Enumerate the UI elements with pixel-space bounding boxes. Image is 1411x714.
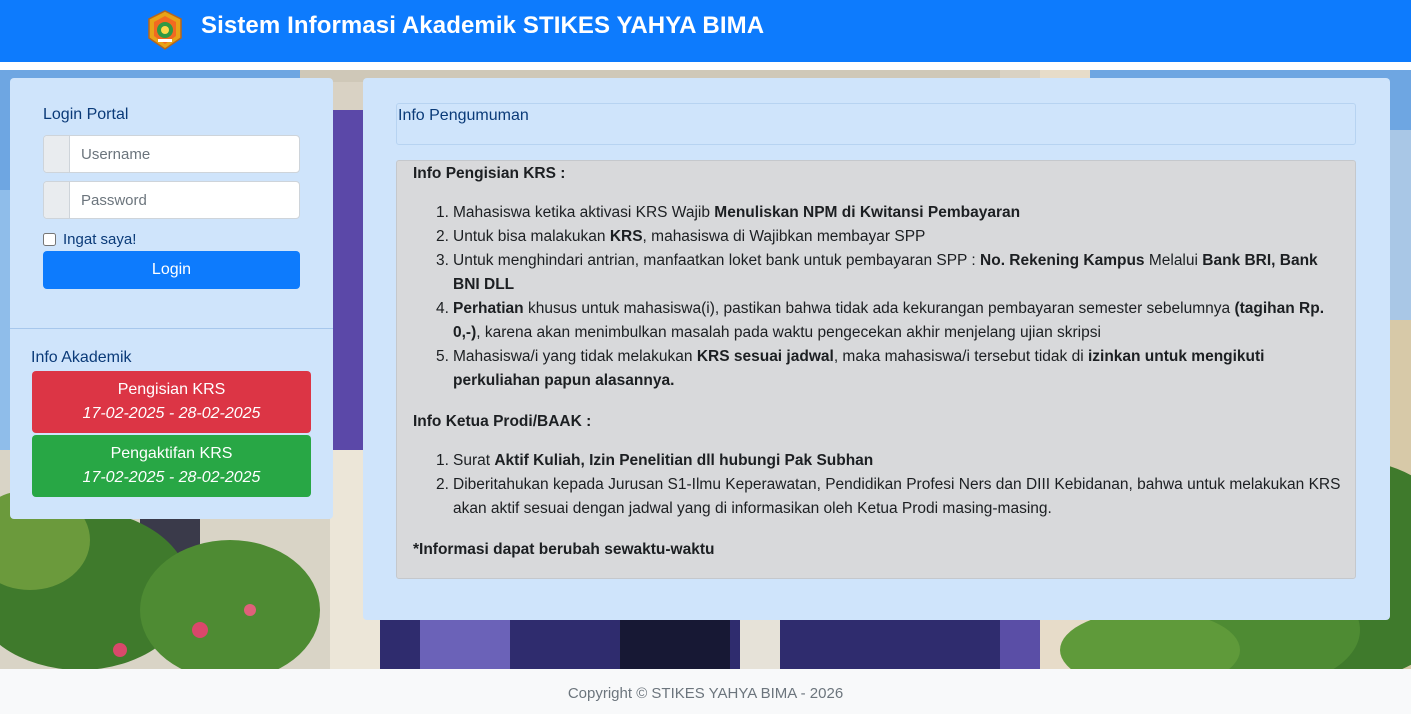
krs-info-heading: Info Pengisian KRS : bbox=[413, 165, 566, 182]
list-item-text: Melalui bbox=[1144, 252, 1203, 269]
remember-me-checkbox[interactable] bbox=[43, 233, 56, 246]
remember-me-label[interactable]: Ingat saya! bbox=[63, 231, 136, 248]
emphasis-text: No. Rekening Kampus bbox=[980, 252, 1145, 269]
emphasis-text: Aktif Kuliah, Izin Penelitian dll hubung… bbox=[494, 452, 874, 469]
footer: Copyright © STIKES YAHYA BIMA - 2026 bbox=[0, 669, 1411, 714]
top-navbar: Sistem Informasi Akademik STIKES YAHYA B… bbox=[0, 0, 1411, 62]
list-item-number: 2. bbox=[436, 228, 449, 245]
list-item-text: , karena akan menimbulkan masalah pada w… bbox=[476, 324, 1101, 341]
info-note: *Informasi dapat berubah sewaktu-waktu bbox=[413, 541, 715, 558]
copyright-text: Copyright © STIKES YAHYA BIMA - 2026 bbox=[567, 685, 844, 702]
list-item-number: 3. bbox=[436, 252, 449, 269]
pengumuman-card: Info Pengumuman Info Pengisian KRS : 1. M… bbox=[363, 78, 1390, 620]
login-portal-title: Login Portal bbox=[43, 106, 129, 123]
emphasis-text: Menuliskan NPM di Kwitansi Pembayaran bbox=[714, 204, 1021, 221]
prodi-info-heading: Info Ketua Prodi/BAAK : bbox=[413, 413, 592, 430]
username-input[interactable] bbox=[70, 136, 299, 172]
pengaktifan-krs-dates: 17-02-2025 - 28-02-2025 bbox=[82, 469, 261, 486]
list-item: 2. Diberitahukan kepada Jurusan S1-Ilmu K… bbox=[413, 473, 1343, 521]
list-item-number: 1. bbox=[436, 452, 449, 469]
krs-info-list: 1. Mahasiswa ketika aktivasi KRS Wajib Me… bbox=[413, 201, 1343, 393]
pengumuman-body: Info Pengisian KRS : 1. Mahasiswa ketika … bbox=[396, 160, 1356, 579]
pengisian-krs-dates: 17-02-2025 - 28-02-2025 bbox=[82, 405, 261, 422]
emphasis-text: KRS bbox=[609, 228, 643, 245]
pengisian-krs-card[interactable]: Pengisian KRS 17-02-2025 - 28-02-2025 bbox=[32, 371, 311, 433]
list-item: 2. Untuk bisa malakukan KRS, mahasiswa di… bbox=[413, 225, 1343, 249]
campus-crest-logo bbox=[148, 10, 182, 50]
app-title: Sistem Informasi Akademik STIKES YAHYA B… bbox=[201, 12, 765, 39]
list-item-text: Mahasiswa/i yang tidak melakukan bbox=[453, 348, 697, 365]
list-item-number: 2. bbox=[436, 476, 449, 493]
list-item-text: Untuk bisa malakukan bbox=[453, 228, 610, 245]
list-item-text: Surat bbox=[453, 452, 495, 469]
username-input-group bbox=[43, 135, 300, 173]
login-sidebar-card: Login Portal Ingat saya! Login Info Akad… bbox=[10, 78, 333, 519]
info-akademik-title: Info Akademik bbox=[31, 349, 132, 366]
password-input[interactable] bbox=[70, 182, 299, 218]
pengumuman-header: Info Pengumuman bbox=[396, 103, 1356, 145]
emphasis-text: Perhatian bbox=[453, 300, 524, 317]
list-item-number: 5. bbox=[436, 348, 449, 365]
user-icon bbox=[44, 136, 70, 172]
list-item-text: Mahasiswa ketika aktivasi KRS Wajib bbox=[453, 204, 715, 221]
password-input-group bbox=[43, 181, 300, 219]
header-strip bbox=[0, 62, 1411, 70]
list-item: 1. Surat Aktif Kuliah, Izin Penelitian dl… bbox=[413, 449, 1343, 473]
list-item-number: 1. bbox=[436, 204, 449, 221]
list-item: 5. Mahasiswa/i yang tidak melakukan KRS s… bbox=[413, 345, 1343, 393]
login-button[interactable]: Login bbox=[43, 251, 300, 289]
list-item-text: , mahasiswa di Wajibkan membayar SPP bbox=[642, 228, 926, 245]
pengaktifan-krs-card[interactable]: Pengaktifan KRS 17-02-2025 - 28-02-2025 bbox=[32, 435, 311, 497]
lock-icon bbox=[44, 182, 70, 218]
emphasis-text: KRS sesuai jadwal bbox=[696, 348, 834, 365]
pengumuman-title: Info Pengumuman bbox=[398, 107, 529, 124]
list-item-text: Untuk menghindari antrian, manfaatkan lo… bbox=[453, 252, 981, 269]
list-item: 3. Untuk menghindari antrian, manfaatkan … bbox=[413, 249, 1343, 297]
list-item: 4. Perhatian khusus untuk mahasiswa(i), p… bbox=[413, 297, 1343, 345]
divider bbox=[10, 328, 333, 329]
list-item-text: Diberitahukan kepada Jurusan S1-Ilmu Kep… bbox=[453, 476, 1341, 517]
pengisian-krs-label: Pengisian KRS bbox=[117, 381, 226, 398]
list-item-text: khusus untuk mahasiswa(i), pastikan bahw… bbox=[523, 300, 1235, 317]
pengaktifan-krs-label: Pengaktifan KRS bbox=[110, 445, 233, 462]
list-item: 1. Mahasiswa ketika aktivasi KRS Wajib Me… bbox=[413, 201, 1343, 225]
prodi-info-list: 1. Surat Aktif Kuliah, Izin Penelitian dl… bbox=[413, 449, 1343, 521]
list-item-text: , maka mahasiswa/i tersebut tidak di bbox=[833, 348, 1088, 365]
list-item-number: 4. bbox=[436, 300, 449, 317]
